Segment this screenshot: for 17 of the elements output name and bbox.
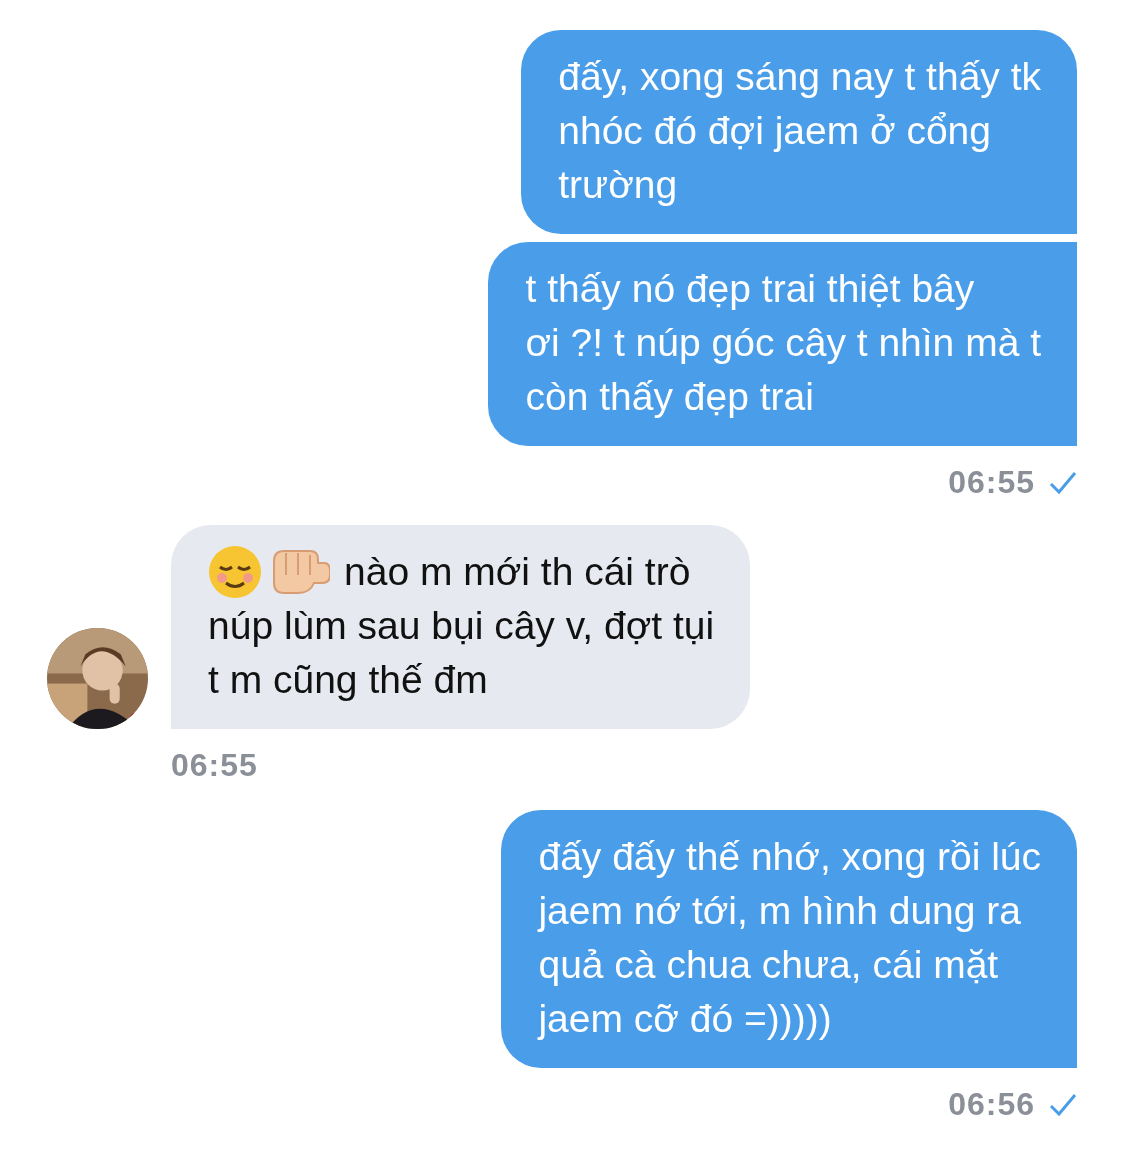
message-text: jaem cỡ đó =))))) xyxy=(538,996,832,1042)
message-text: t thấy nó đẹp trai thiệt bây xyxy=(525,266,975,312)
message-text: còn thấy đẹp trai xyxy=(525,374,814,420)
message-text: núp lùm sau bụi cây v, đợt tụi xyxy=(208,603,715,649)
message-text: đấy đấy thế nhớ, xong rồi lúc xyxy=(538,834,1041,880)
message-text: quả cà chua chưa, cái mặt xyxy=(538,942,999,988)
message-text: nhóc đó đợi jaem ở cổng xyxy=(558,108,991,154)
message-text: nào m mới th cái trò xyxy=(344,549,691,595)
message-time: 06:55 xyxy=(948,464,1035,501)
message-text: đấy, xong sáng nay t thấy tk xyxy=(558,54,1041,100)
fist-icon xyxy=(270,547,330,597)
message-time: 06:56 xyxy=(948,1086,1035,1123)
message-text: jaem nớ tới, m hình dung ra xyxy=(538,888,1021,934)
message-text: t m cũng thế đm xyxy=(208,657,488,703)
message-text: trường xyxy=(558,162,678,208)
message-time: 06:55 xyxy=(171,747,258,784)
message-text: ơi ?! t núp góc cây t nhìn mà t xyxy=(525,320,1041,366)
